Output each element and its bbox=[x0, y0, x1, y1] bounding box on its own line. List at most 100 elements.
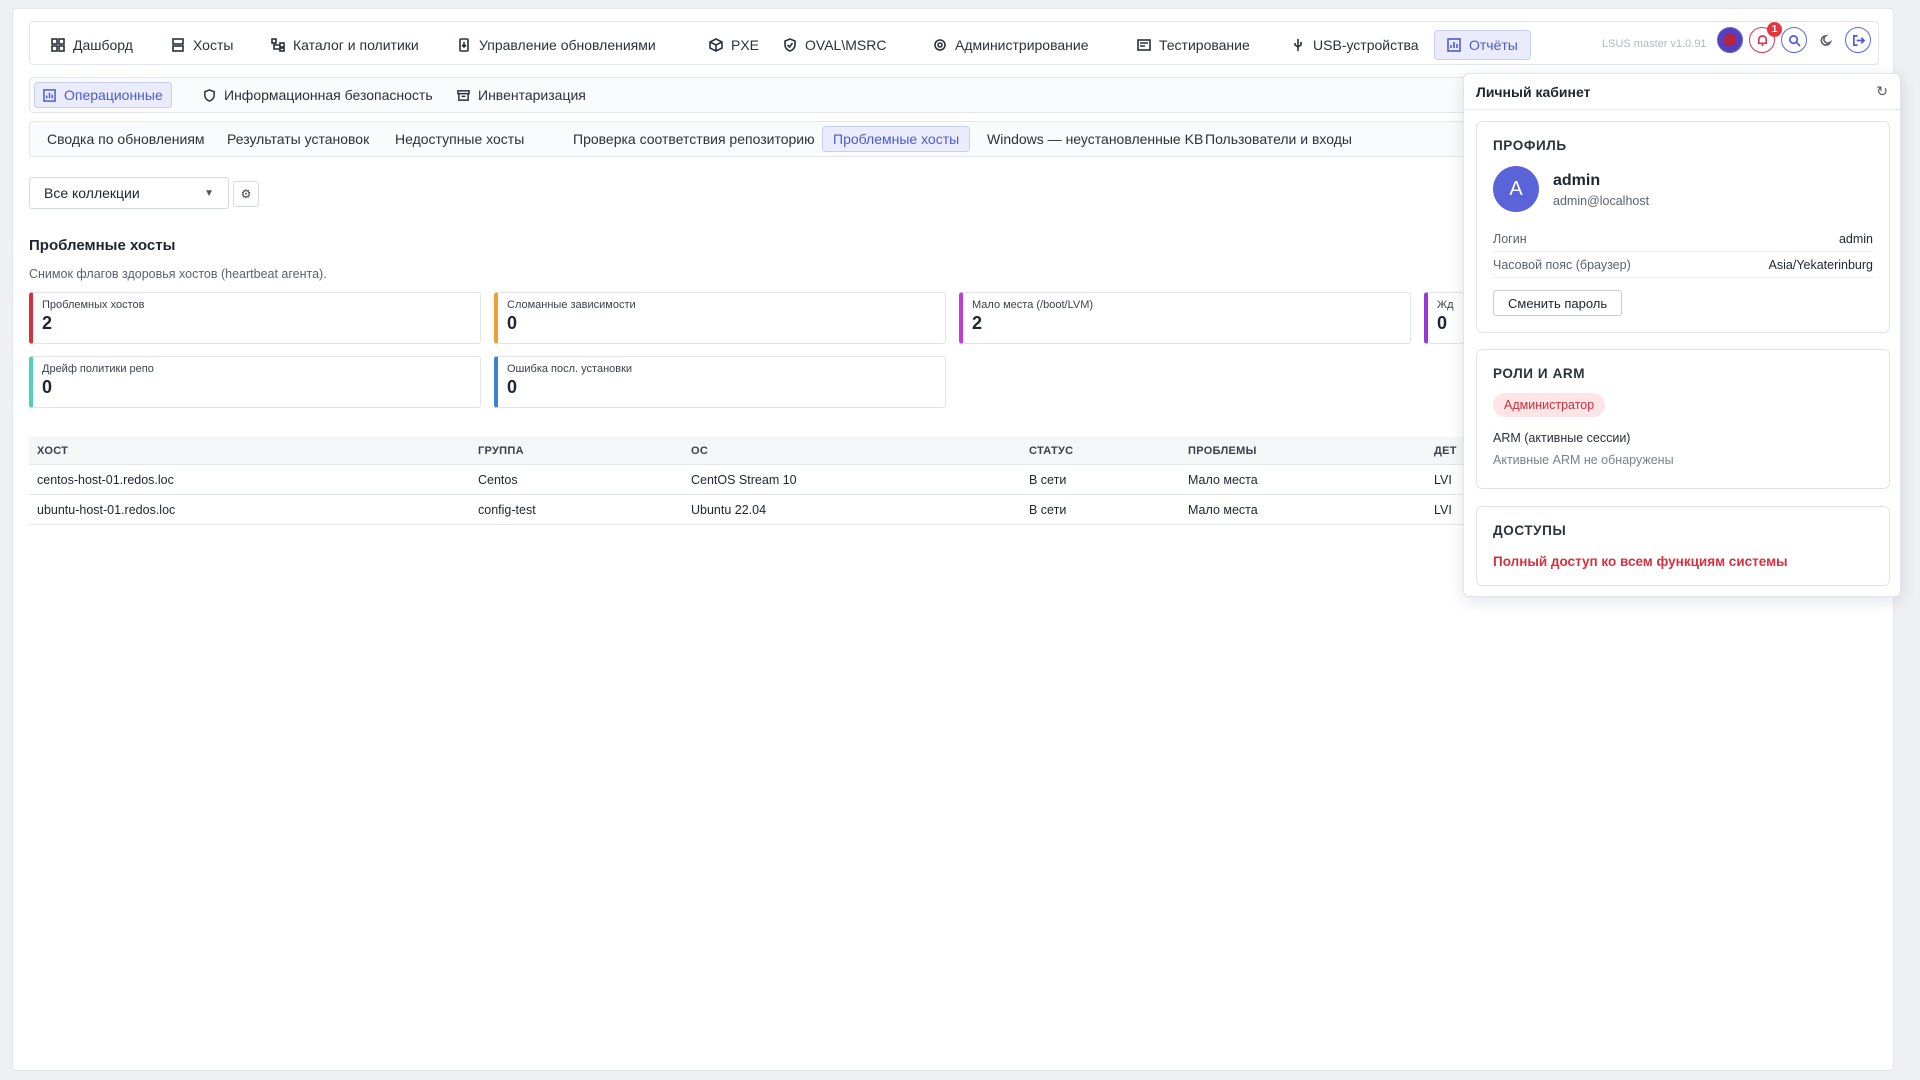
tab-updates-summary[interactable]: Сводка по обновлениям bbox=[36, 126, 216, 152]
archive-icon bbox=[457, 89, 470, 101]
tab-unreachable-hosts[interactable]: Недоступные хосты bbox=[384, 126, 535, 152]
shield-check-icon bbox=[783, 38, 797, 52]
collection-select-value: Все коллекции bbox=[44, 185, 140, 201]
report-icon bbox=[43, 88, 56, 102]
column-header-details[interactable]: ДЕТ bbox=[1434, 445, 1457, 457]
page-title: Проблемные хосты bbox=[29, 237, 176, 254]
dashboard-icon bbox=[51, 38, 65, 52]
column-header-status[interactable]: СТАТУС bbox=[1029, 445, 1073, 457]
tab-windows-kb[interactable]: Windows — неустановленные KB bbox=[976, 126, 1214, 152]
stat-card-broken-deps: Сломанные зависимости 0 bbox=[494, 292, 946, 344]
avatar: A bbox=[1493, 166, 1539, 212]
theme-toggle-button[interactable] bbox=[1813, 27, 1839, 53]
stat-label: Дрейф политики репо bbox=[42, 363, 154, 375]
nav-reports[interactable]: Отчёты bbox=[1434, 30, 1531, 60]
cell-group: Centos bbox=[478, 473, 518, 487]
nav-label: Дашборд bbox=[73, 37, 133, 53]
bell-icon bbox=[1757, 34, 1767, 46]
stat-card-repo-drift: Дрейф политики репо 0 bbox=[29, 356, 481, 408]
test-icon bbox=[1137, 38, 1151, 52]
server-icon bbox=[171, 38, 185, 52]
tab-repo-compliance[interactable]: Проверка соответствия репозиторию bbox=[562, 126, 826, 152]
tab-operational[interactable]: Операционные bbox=[34, 82, 172, 108]
app-window: Дашборд Хосты Каталог и политики Управле… bbox=[12, 8, 1901, 1071]
section-title: РОЛИ И ARM bbox=[1493, 366, 1586, 381]
filter-settings-button[interactable]: ⚙ bbox=[233, 181, 259, 207]
tab-security[interactable]: Информационная безопасность bbox=[194, 82, 442, 108]
section-title: ДОСТУПЫ bbox=[1493, 523, 1567, 538]
login-row: Логин admin bbox=[1493, 226, 1873, 252]
notifications-button[interactable]: 1 bbox=[1749, 22, 1782, 53]
stat-value: 0 bbox=[1437, 313, 1448, 333]
stat-label: Проблемных хостов bbox=[42, 299, 145, 311]
stat-value: 0 bbox=[507, 313, 518, 333]
collection-select[interactable]: Все коллекции ▼ bbox=[29, 177, 229, 209]
update-icon bbox=[457, 38, 471, 52]
nav-testing[interactable]: Тестирование bbox=[1124, 30, 1263, 60]
stat-label: Ошибка посл. установки bbox=[507, 363, 633, 375]
stat-card-last-install-error: Ошибка посл. установки 0 bbox=[494, 356, 946, 408]
column-header-group[interactable]: ГРУППА bbox=[478, 445, 524, 457]
stat-label: Сломанные зависимости bbox=[507, 299, 636, 311]
user-menu-button[interactable] bbox=[1717, 27, 1743, 53]
stat-label: Жд bbox=[1437, 299, 1454, 311]
login-value: admin bbox=[1838, 231, 1873, 246]
stat-card-problem-hosts: Проблемных хостов 2 bbox=[29, 292, 481, 344]
top-navigation: Дашборд Хосты Каталог и политики Управле… bbox=[29, 21, 1879, 65]
report-icon bbox=[1447, 38, 1461, 52]
refresh-icon[interactable]: ↻ bbox=[1876, 83, 1888, 100]
cell-os: Ubuntu 22.04 bbox=[691, 503, 767, 517]
box-icon bbox=[709, 38, 723, 52]
arm-empty-text: Активные ARM не обнаружены bbox=[1493, 453, 1674, 467]
cell-host: ubuntu-host-01.redos.loc bbox=[37, 503, 176, 517]
tab-users-logins[interactable]: Пользователи и входы bbox=[1194, 126, 1363, 152]
username: admin bbox=[1553, 172, 1601, 189]
nav-label: OVAL\MSRC bbox=[805, 37, 887, 53]
nav-label: Тестирование bbox=[1159, 37, 1250, 53]
nav-catalog[interactable]: Каталог и политики bbox=[258, 30, 432, 60]
profile-section: ПРОФИЛЬ A admin admin@localhost Логин ad… bbox=[1476, 121, 1890, 333]
logout-button[interactable] bbox=[1845, 27, 1871, 53]
nav-label: USB-устройства bbox=[1313, 37, 1419, 53]
usb-icon bbox=[1291, 38, 1305, 52]
role-badge: Администратор bbox=[1493, 393, 1606, 417]
column-header-problems[interactable]: ПРОБЛЕМЫ bbox=[1188, 445, 1257, 457]
popover-title: Личный кабинет bbox=[1476, 83, 1591, 100]
change-password-button[interactable]: Сменить пароль bbox=[1493, 290, 1623, 316]
nav-label: Администрирование bbox=[955, 37, 1089, 53]
nav-updates[interactable]: Управление обновлениями bbox=[444, 30, 669, 60]
tree-icon bbox=[271, 38, 285, 52]
shield-icon bbox=[204, 88, 215, 102]
column-header-host[interactable]: ХОСТ bbox=[37, 445, 68, 457]
user-status-icon bbox=[1724, 34, 1736, 46]
nav-hosts[interactable]: Хосты bbox=[158, 30, 246, 60]
tab-install-results[interactable]: Результаты установок bbox=[216, 126, 380, 152]
gear-icon: ⚙ bbox=[240, 187, 252, 201]
nav-pxe[interactable]: PXE bbox=[696, 30, 772, 60]
nav-oval[interactable]: OVAL\MSRC bbox=[770, 30, 899, 60]
nav-usb[interactable]: USB-устройства bbox=[1278, 30, 1432, 60]
tab-label: Операционные bbox=[64, 87, 163, 103]
cell-status: В сети bbox=[1029, 473, 1067, 487]
stat-label: Мало места (/boot/LVM) bbox=[972, 299, 1094, 311]
search-icon bbox=[1788, 34, 1801, 47]
cell-status: В сети bbox=[1029, 503, 1067, 517]
moon-icon bbox=[1820, 34, 1832, 46]
timezone-value: Asia/Yekaterinburg bbox=[1768, 257, 1873, 272]
nav-admin[interactable]: Администрирование bbox=[920, 30, 1102, 60]
tab-label: Инвентаризация bbox=[478, 87, 586, 103]
chevron-down-icon: ▼ bbox=[204, 187, 214, 199]
timezone-label: Часовой пояс (браузер) bbox=[1493, 257, 1631, 272]
tab-inventory[interactable]: Инвентаризация bbox=[448, 82, 595, 108]
tab-label: Информационная безопасность bbox=[224, 87, 433, 103]
nav-dashboard[interactable]: Дашборд bbox=[38, 30, 146, 60]
cell-problems: Мало места bbox=[1188, 503, 1258, 517]
stat-value: 2 bbox=[972, 313, 983, 333]
notification-count-badge: 1 bbox=[1767, 22, 1782, 37]
roles-section: РОЛИ И ARM Администратор ARM (активные с… bbox=[1476, 349, 1890, 489]
tab-problem-hosts[interactable]: Проблемные хосты bbox=[822, 126, 971, 152]
column-header-os[interactable]: ОС bbox=[691, 445, 708, 457]
search-button[interactable] bbox=[1781, 27, 1807, 53]
version-label: LSUS master v1.0.91 bbox=[1602, 38, 1707, 50]
cell-details: LVI bbox=[1434, 473, 1452, 487]
